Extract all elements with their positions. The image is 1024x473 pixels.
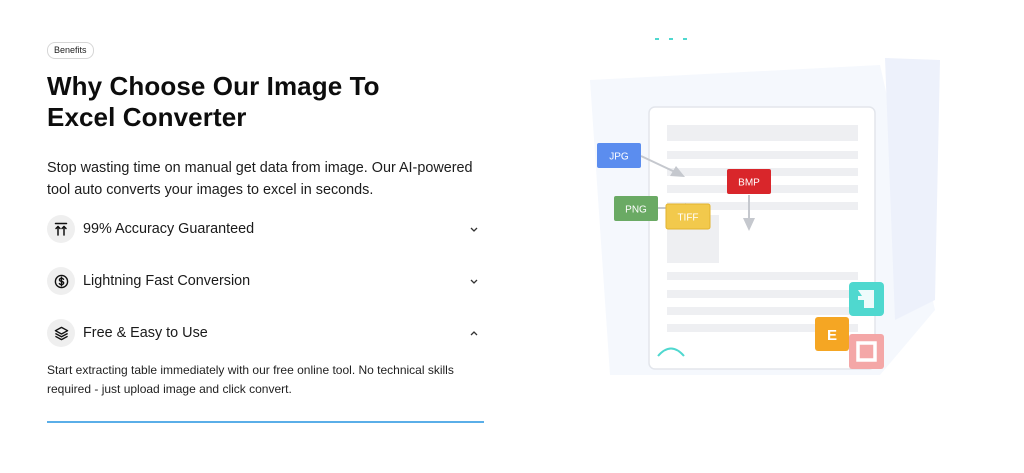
- chevron-down-icon[interactable]: [468, 223, 480, 235]
- accordion-item-free: Free & Easy to Use Start extracting tabl…: [47, 319, 484, 399]
- benefits-badge: Benefits: [47, 42, 94, 59]
- accordion-header-free[interactable]: Free & Easy to Use: [47, 319, 484, 347]
- section-title: Why Choose Our Image To Excel Converter: [47, 71, 380, 132]
- chevron-down-icon[interactable]: [468, 275, 480, 287]
- accordion-item-accuracy: 99% Accuracy Guaranteed: [47, 215, 484, 243]
- chevron-up-icon[interactable]: [468, 327, 480, 339]
- tag-bmp-label: BMP: [738, 178, 760, 189]
- accordion-body: Start extracting table immediately with …: [47, 363, 454, 396]
- pink-tile: [849, 334, 884, 369]
- dollar-circle-icon: [47, 267, 75, 295]
- tag-png-label: PNG: [625, 205, 647, 216]
- accordion-label: Free & Easy to Use: [83, 325, 208, 341]
- accordion-label: Lightning Fast Conversion: [83, 273, 251, 289]
- arrows-up-icon: [47, 215, 75, 243]
- accordion-label: 99% Accuracy Guaranteed: [83, 221, 255, 237]
- accordion-header-speed[interactable]: Lightning Fast Conversion: [47, 267, 484, 295]
- converter-illustration: JPG BMP PNG TIFF E: [585, 30, 945, 380]
- accordion-progress-line: [47, 421, 484, 423]
- layers-icon: [47, 319, 75, 347]
- section-description: Stop wasting time on manual get data fro…: [47, 160, 473, 198]
- accordion-header-accuracy[interactable]: 99% Accuracy Guaranteed: [47, 215, 484, 243]
- tag-jpg-label: JPG: [609, 152, 629, 163]
- benefits-section: Benefits Why Choose Our Image To Excel C…: [47, 40, 487, 201]
- excel-tile-label: E: [827, 327, 837, 344]
- tag-tiff-label: TIFF: [677, 213, 698, 224]
- accordion-item-speed: Lightning Fast Conversion: [47, 267, 484, 295]
